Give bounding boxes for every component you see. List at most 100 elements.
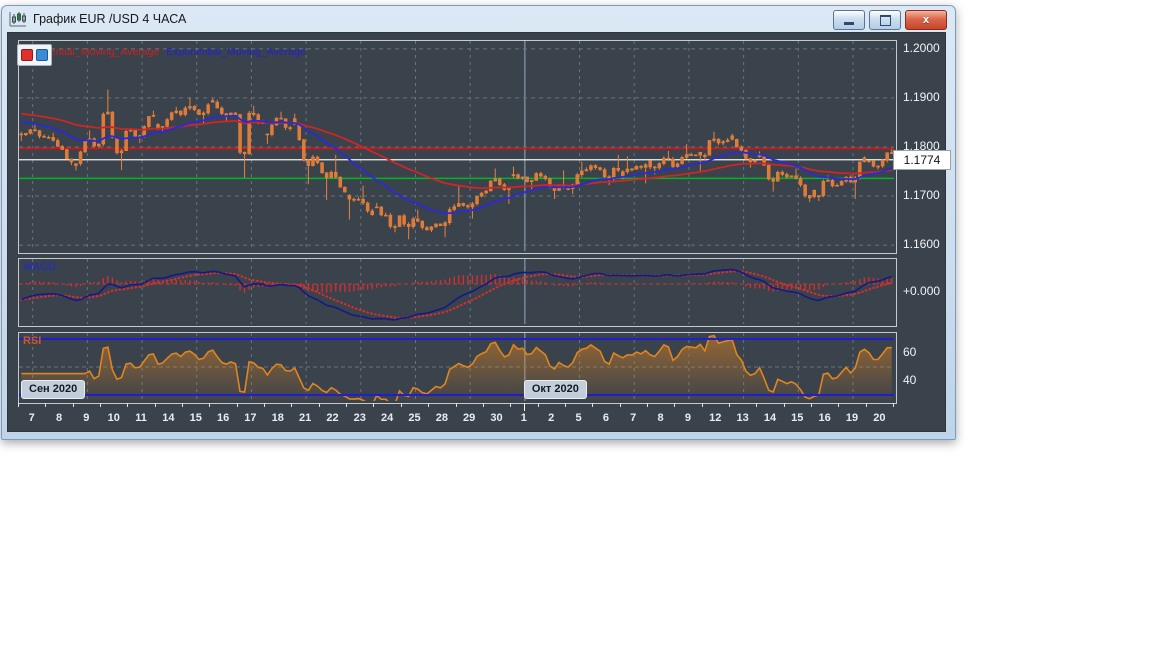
time-axis-label: 22 [326, 412, 338, 424]
time-axis-tick [729, 403, 730, 407]
time-axis-label: 8 [658, 412, 664, 424]
time-axis-label: 13 [736, 412, 748, 424]
time-axis-tick [45, 403, 46, 407]
chart-client-area: Exponential_Moving_Average Exponential_M… [7, 32, 946, 432]
price-panel[interactable] [18, 40, 897, 254]
time-axis-tick [346, 403, 347, 407]
time-axis-label: 11 [135, 412, 147, 424]
time-axis-label: 12 [709, 412, 721, 424]
time-axis-tick [702, 403, 703, 407]
rsi-axis-label: 60 [903, 345, 953, 359]
time-axis-label: 14 [764, 412, 776, 424]
time-axis-label: 8 [56, 412, 62, 424]
time-axis-label: 15 [190, 412, 202, 424]
rsi-fill [21, 336, 891, 401]
time-axis-label: 25 [408, 412, 420, 424]
time-axis-label: 28 [436, 412, 448, 424]
time-axis-tick [538, 403, 539, 407]
time-axis-label: 16 [217, 412, 229, 424]
time-axis: 7891011141516171821222324252829301256789… [18, 403, 895, 429]
time-axis-label: 6 [603, 412, 609, 424]
ema-fast-line [21, 116, 891, 214]
price-axis-label: 1.1900 [903, 90, 953, 104]
legend-color-chips[interactable] [17, 44, 52, 66]
time-axis-label: 18 [272, 412, 284, 424]
minimize-icon [844, 22, 854, 25]
time-axis-tick [18, 403, 19, 407]
time-axis-label: 9 [685, 412, 691, 424]
time-axis-tick [319, 403, 320, 407]
time-axis-tick [373, 403, 374, 407]
window-title: График EUR /USD 4 ЧАСА [33, 12, 186, 26]
time-axis-label: 15 [791, 412, 803, 424]
time-axis-tick [401, 403, 402, 407]
time-axis-tick [674, 403, 675, 407]
time-axis-label: 10 [108, 412, 120, 424]
time-axis-tick [893, 403, 894, 407]
time-axis-label: 20 [873, 412, 885, 424]
month-label: Сен 2020 [21, 380, 85, 399]
month-label: Окт 2020 [524, 380, 587, 399]
close-icon: x [923, 15, 929, 26]
ema-fast-legend-label: Exponential_Moving_Average [166, 46, 305, 58]
time-axis-tick [182, 403, 183, 407]
time-axis-label: 19 [846, 412, 858, 424]
time-axis-label: 24 [381, 412, 393, 424]
time-axis-label: 2 [548, 412, 554, 424]
time-axis-tick [592, 403, 593, 407]
chart-window: График EUR /USD 4 ЧАСА x Exponential_Mov… [1, 5, 956, 440]
time-axis-label: 16 [819, 412, 831, 424]
macd-axis-label: +0.000 [903, 284, 953, 298]
time-axis-label: 17 [244, 412, 256, 424]
price-axis-label: 1.2000 [903, 41, 953, 55]
time-axis-tick [565, 403, 566, 407]
time-axis-tick [866, 403, 867, 407]
candles-layer [20, 90, 893, 240]
time-axis-tick [73, 403, 74, 407]
time-axis-tick [510, 403, 511, 407]
macd-panel[interactable] [18, 258, 897, 327]
ema-blue-chip [36, 49, 48, 61]
time-axis-tick [237, 403, 238, 407]
time-axis-tick [647, 403, 648, 407]
time-axis-tick [209, 403, 210, 407]
time-axis-label: 1 [521, 412, 527, 424]
title-bar[interactable]: График EUR /USD 4 ЧАСА x [2, 6, 955, 32]
minimize-button[interactable] [833, 10, 865, 30]
ema-slow-line [21, 114, 891, 189]
ema-red-chip [21, 49, 33, 61]
price-axis-label: 1.1700 [903, 188, 953, 202]
rsi-panel[interactable] [18, 332, 897, 404]
current-price-tag: 1.1774 [893, 150, 951, 170]
time-axis-label: 9 [83, 412, 89, 424]
macd-pane-label: MACD [23, 261, 56, 273]
macd-line [21, 270, 891, 320]
rsi-axis-label: 40 [903, 373, 953, 387]
maximize-button[interactable] [869, 10, 901, 30]
indicator-legend: Exponential_Moving_Average Exponential_M… [20, 46, 306, 58]
time-axis-tick [264, 403, 265, 407]
time-axis-label: 14 [162, 412, 174, 424]
time-axis-label: 5 [575, 412, 581, 424]
time-axis-tick [784, 403, 785, 407]
time-axis-label: 7 [29, 412, 35, 424]
time-axis-tick [620, 403, 621, 407]
time-axis-label: 7 [630, 412, 636, 424]
time-axis-tick [127, 403, 128, 407]
time-axis-tick [756, 403, 757, 407]
time-axis-tick [838, 403, 839, 407]
time-axis-tick [100, 403, 101, 407]
time-axis-label: 21 [299, 412, 311, 424]
time-axis-label: 23 [354, 412, 366, 424]
month-boundary-tick [524, 403, 525, 411]
time-axis-label: 30 [490, 412, 502, 424]
time-axis-tick [811, 403, 812, 407]
close-button[interactable]: x [905, 10, 947, 30]
time-axis-tick [155, 403, 156, 407]
price-axis-label: 1.1600 [903, 237, 953, 251]
time-axis-tick [483, 403, 484, 407]
candlestick-chart-icon [9, 11, 27, 27]
maximize-icon [880, 15, 891, 26]
rsi-pane-label: RSI [23, 335, 41, 347]
time-axis-label: 29 [463, 412, 475, 424]
